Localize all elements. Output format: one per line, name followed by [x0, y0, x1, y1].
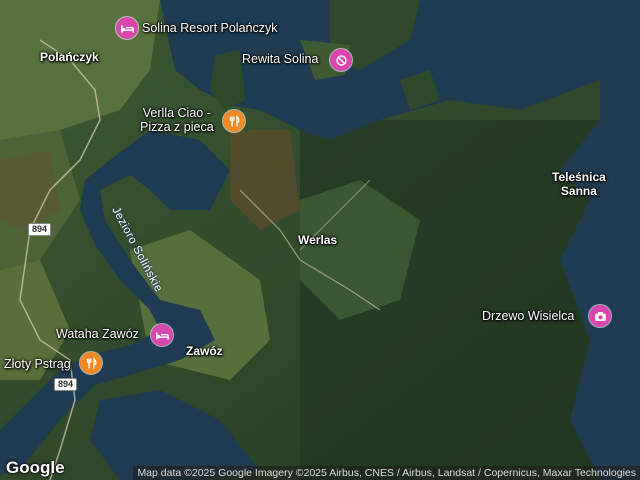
poi-label-wataha[interactable]: Wataha Zawóz — [56, 327, 139, 341]
poi-label-solina-resort[interactable]: Solina Resort Polańczyk — [142, 21, 277, 35]
no-entry-icon — [335, 54, 347, 66]
poi-label-verlla-line1: Verlla Ciao - — [142, 106, 211, 120]
poi-label-verlla[interactable]: Verlla Ciao - Pizza z pieca — [140, 106, 214, 134]
fork-knife-icon — [229, 114, 239, 126]
poi-label-zloty[interactable]: Złoty Pstrąg — [4, 357, 71, 371]
satellite-map[interactable]: Polańczyk Werlas Zawóz Teleśnica Sanna J… — [0, 0, 640, 480]
place-label-werlas: Werlas — [298, 233, 338, 247]
place-label-zawoz: Zawóz — [186, 344, 223, 358]
poi-label-verlla-line2: Pizza z pieca — [140, 120, 214, 134]
poi-label-rewita[interactable]: Rewita Solina — [242, 52, 318, 66]
road-shield-894-north: 894 — [28, 223, 52, 236]
bed-icon — [120, 24, 134, 33]
poi-label-drzewo[interactable]: Drzewo Wisielca — [482, 309, 574, 323]
camera-marker-drzewo[interactable] — [589, 305, 611, 327]
bed-icon — [155, 331, 169, 340]
camera-icon — [594, 311, 606, 321]
food-marker-zloty[interactable] — [80, 352, 102, 374]
place-label-telesnica: Teleśnica — [552, 170, 606, 184]
hotel-marker-solina-resort[interactable] — [116, 17, 138, 39]
google-logo: Google — [6, 458, 65, 477]
map-attribution: Map data ©2025 Google Imagery ©2025 Airb… — [133, 466, 640, 480]
place-label-telesnica-sanna: Teleśnica Sanna — [552, 170, 606, 198]
road-shield-894-south: 894 — [54, 378, 78, 391]
place-label-polanczyk: Polańczyk — [40, 50, 99, 64]
fork-knife-icon — [86, 356, 96, 368]
place-label-sanna: Sanna — [560, 184, 597, 198]
food-marker-verlla[interactable] — [223, 110, 245, 132]
leisure-marker-rewita[interactable] — [330, 49, 352, 71]
hotel-marker-wataha[interactable] — [151, 324, 173, 346]
